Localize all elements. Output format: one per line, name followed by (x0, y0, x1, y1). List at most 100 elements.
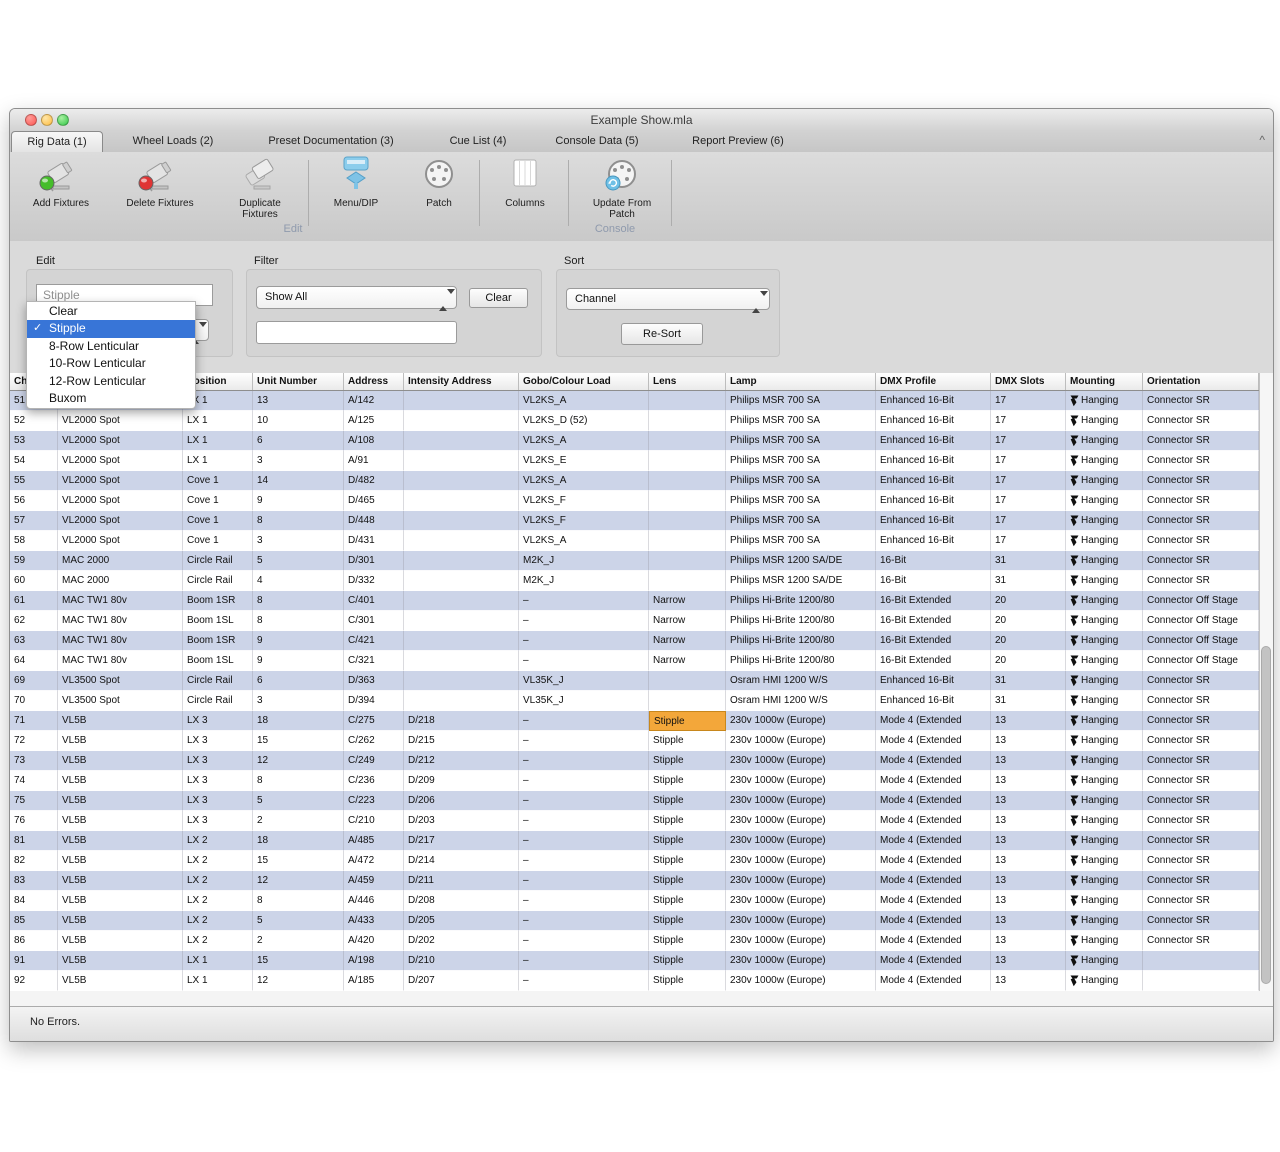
cell-intensity-address[interactable] (404, 431, 519, 451)
cell-col1[interactable]: VL5B (58, 711, 183, 731)
cell-lamp[interactable]: Philips Hi-Brite 1200/80 (726, 631, 876, 651)
cell-lens[interactable]: Stipple (649, 971, 726, 991)
table-row[interactable]: 60MAC 2000Circle Rail4D/332M2K_JPhilips … (10, 571, 1259, 591)
cell-lamp[interactable]: Philips Hi-Brite 1200/80 (726, 651, 876, 671)
cell-lens[interactable]: Stipple (649, 911, 726, 931)
cell-mounting[interactable]: Hanging (1066, 771, 1143, 791)
table-row[interactable]: 52VL2000 SpotLX 110A/125VL2KS_D (52)Phil… (10, 411, 1259, 431)
cell-position[interactable]: LX 2 (183, 871, 253, 891)
menu-dip-button[interactable]: Menu/DIP (316, 155, 396, 233)
cell-address[interactable]: D/301 (344, 551, 404, 571)
cell-lens[interactable] (649, 491, 726, 511)
cell-position[interactable]: LX 1 (183, 431, 253, 451)
cell-col1[interactable]: VL2000 Spot (58, 531, 183, 551)
cell-orientation[interactable]: Connector SR (1143, 571, 1259, 591)
cell-lens[interactable] (649, 511, 726, 531)
cell-orientation[interactable]: Connector SR (1143, 531, 1259, 551)
cell-address[interactable]: A/433 (344, 911, 404, 931)
cell-unit-number[interactable]: 8 (253, 891, 344, 911)
cell-intensity-address[interactable]: D/208 (404, 891, 519, 911)
cell-dmx-slots[interactable]: 13 (991, 851, 1066, 871)
cell-lamp[interactable]: 230v 1000w (Europe) (726, 971, 876, 991)
cell-unit-number[interactable]: 6 (253, 671, 344, 691)
cell-col1[interactable]: VL3500 Spot (58, 671, 183, 691)
columns-button[interactable]: Columns (488, 155, 562, 233)
cell-col1[interactable]: VL5B (58, 771, 183, 791)
cell-dmx-profile[interactable]: Enhanced 16-Bit (876, 391, 991, 411)
cell-position[interactable]: LX 3 (183, 731, 253, 751)
cell-address[interactable]: C/262 (344, 731, 404, 751)
cell-lens[interactable]: Narrow (649, 651, 726, 671)
cell-dmx-profile[interactable]: Mode 4 (Extended (876, 791, 991, 811)
cell-orientation[interactable]: Connector SR (1143, 391, 1259, 411)
cell-gobo-colour-load[interactable]: – (519, 791, 649, 811)
cell-intensity-address[interactable]: D/215 (404, 731, 519, 751)
cell-intensity-address[interactable] (404, 491, 519, 511)
cell-intensity-address[interactable] (404, 631, 519, 651)
cell-col1[interactable]: VL5B (58, 851, 183, 871)
cell-col1[interactable]: VL3500 Spot (58, 691, 183, 711)
cell-channel[interactable]: 70 (10, 691, 58, 711)
cell-orientation[interactable]: Connector SR (1143, 831, 1259, 851)
cell-intensity-address[interactable]: D/212 (404, 751, 519, 771)
cell-lamp[interactable]: Philips MSR 700 SA (726, 491, 876, 511)
cell-gobo-colour-load[interactable]: – (519, 611, 649, 631)
cell-address[interactable]: A/142 (344, 391, 404, 411)
cell-address[interactable]: A/459 (344, 871, 404, 891)
cell-unit-number[interactable]: 8 (253, 611, 344, 631)
menu-item-buxom[interactable]: Buxom (27, 390, 195, 407)
menu-item-stipple[interactable]: ✓Stipple (27, 320, 195, 337)
cell-col1[interactable]: VL5B (58, 891, 183, 911)
cell-position[interactable]: Cove 1 (183, 471, 253, 491)
cell-lamp[interactable]: 230v 1000w (Europe) (726, 711, 876, 731)
cell-col1[interactable]: VL2000 Spot (58, 491, 183, 511)
cell-intensity-address[interactable] (404, 611, 519, 631)
cell-dmx-slots[interactable]: 13 (991, 751, 1066, 771)
tab-report-preview-6[interactable]: Report Preview (6) (654, 131, 822, 151)
cell-dmx-slots[interactable]: 13 (991, 911, 1066, 931)
cell-mounting[interactable]: Hanging (1066, 631, 1143, 651)
cell-orientation[interactable]: Connector SR (1143, 691, 1259, 711)
cell-address[interactable]: D/332 (344, 571, 404, 591)
cell-unit-number[interactable]: 8 (253, 591, 344, 611)
cell-lamp[interactable]: Philips Hi-Brite 1200/80 (726, 611, 876, 631)
cell-dmx-profile[interactable]: Mode 4 (Extended (876, 851, 991, 871)
table-row[interactable]: 69VL3500 SpotCircle Rail6D/363VL35K_JOsr… (10, 671, 1259, 691)
cell-intensity-address[interactable]: D/207 (404, 971, 519, 991)
cell-address[interactable]: D/465 (344, 491, 404, 511)
cell-lens[interactable] (649, 411, 726, 431)
cell-col1[interactable]: VL5B (58, 811, 183, 831)
table-row[interactable]: 58VL2000 SpotCove 13D/431VL2KS_APhilips … (10, 531, 1259, 551)
cell-gobo-colour-load[interactable]: – (519, 951, 649, 971)
cell-mounting[interactable]: Hanging (1066, 691, 1143, 711)
menu-item-12-row-lenticular[interactable]: 12-Row Lenticular (27, 373, 195, 390)
cell-mounting[interactable]: Hanging (1066, 431, 1143, 451)
cell-position[interactable]: Boom 1SL (183, 611, 253, 631)
cell-mounting[interactable]: Hanging (1066, 391, 1143, 411)
cell-lens[interactable] (649, 671, 726, 691)
cell-position[interactable]: Boom 1SR (183, 631, 253, 651)
cell-lens[interactable] (649, 571, 726, 591)
cell-unit-number[interactable]: 18 (253, 711, 344, 731)
cell-orientation[interactable]: Connector SR (1143, 731, 1259, 751)
cell-intensity-address[interactable] (404, 551, 519, 571)
cell-lens[interactable]: Stipple (649, 951, 726, 971)
cell-channel[interactable]: 57 (10, 511, 58, 531)
cell-lamp[interactable]: 230v 1000w (Europe) (726, 791, 876, 811)
cell-dmx-profile[interactable]: Enhanced 16-Bit (876, 671, 991, 691)
cell-mounting[interactable]: Hanging (1066, 831, 1143, 851)
cell-channel[interactable]: 62 (10, 611, 58, 631)
cell-lens[interactable]: Stipple (649, 711, 726, 731)
cell-lens[interactable]: Stipple (649, 811, 726, 831)
cell-mounting[interactable]: Hanging (1066, 531, 1143, 551)
cell-position[interactable]: LX 3 (183, 771, 253, 791)
cell-mounting[interactable]: Hanging (1066, 971, 1143, 991)
cell-lens[interactable] (649, 691, 726, 711)
table-row[interactable]: 73VL5BLX 312C/249D/212–Stipple230v 1000w… (10, 751, 1259, 771)
cell-address[interactable]: C/223 (344, 791, 404, 811)
column-header-address[interactable]: Address (344, 373, 404, 390)
cell-address[interactable]: C/236 (344, 771, 404, 791)
cell-position[interactable]: LX 2 (183, 851, 253, 871)
cell-channel[interactable]: 83 (10, 871, 58, 891)
column-header-dmx-profile[interactable]: DMX Profile (876, 373, 991, 390)
